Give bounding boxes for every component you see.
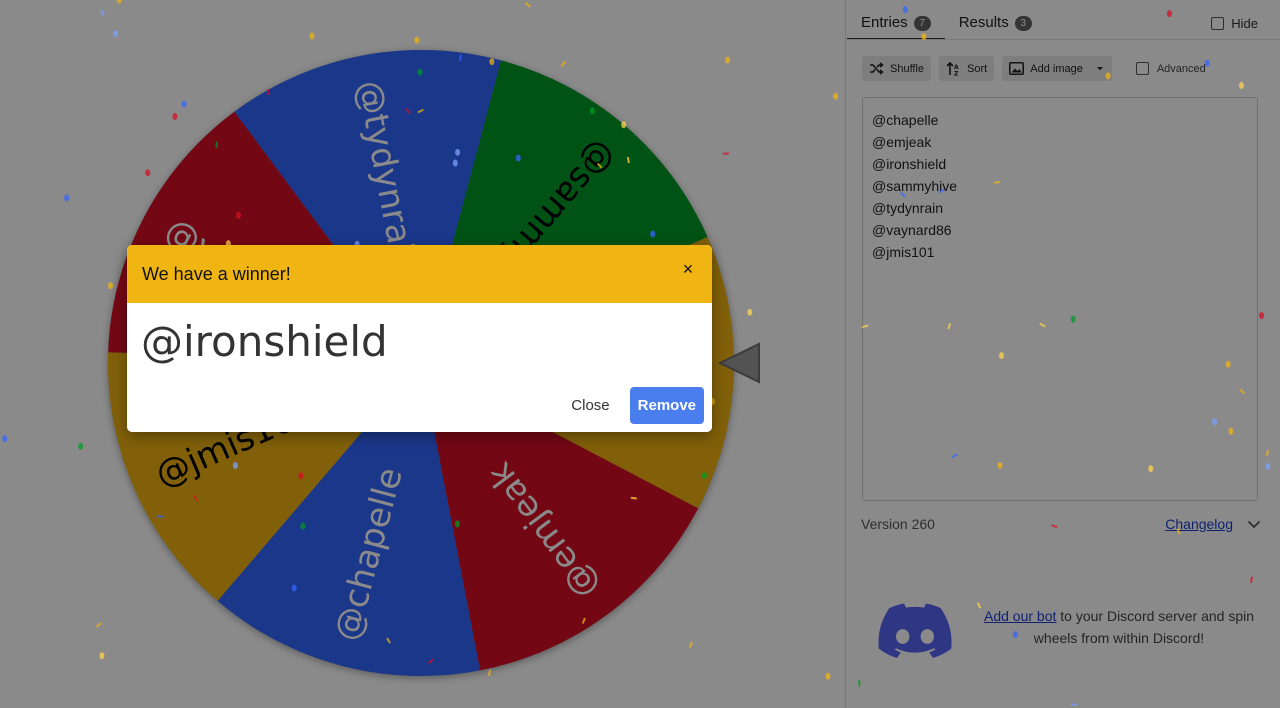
winner-name: @ironshield [141,317,388,366]
close-icon[interactable]: × [678,259,698,279]
close-button[interactable]: Close [567,389,613,422]
dialog-title: We have a winner! [142,264,291,284]
dialog-actions: Close Remove [567,387,704,424]
page: @tydynrain@sammyhive@ironshield@emjeak@c… [0,0,1280,708]
remove-button[interactable]: Remove [629,387,704,424]
winner-dialog: We have a winner! × @ironshield Close Re… [127,245,712,432]
dialog-header: We have a winner! × [127,245,712,303]
